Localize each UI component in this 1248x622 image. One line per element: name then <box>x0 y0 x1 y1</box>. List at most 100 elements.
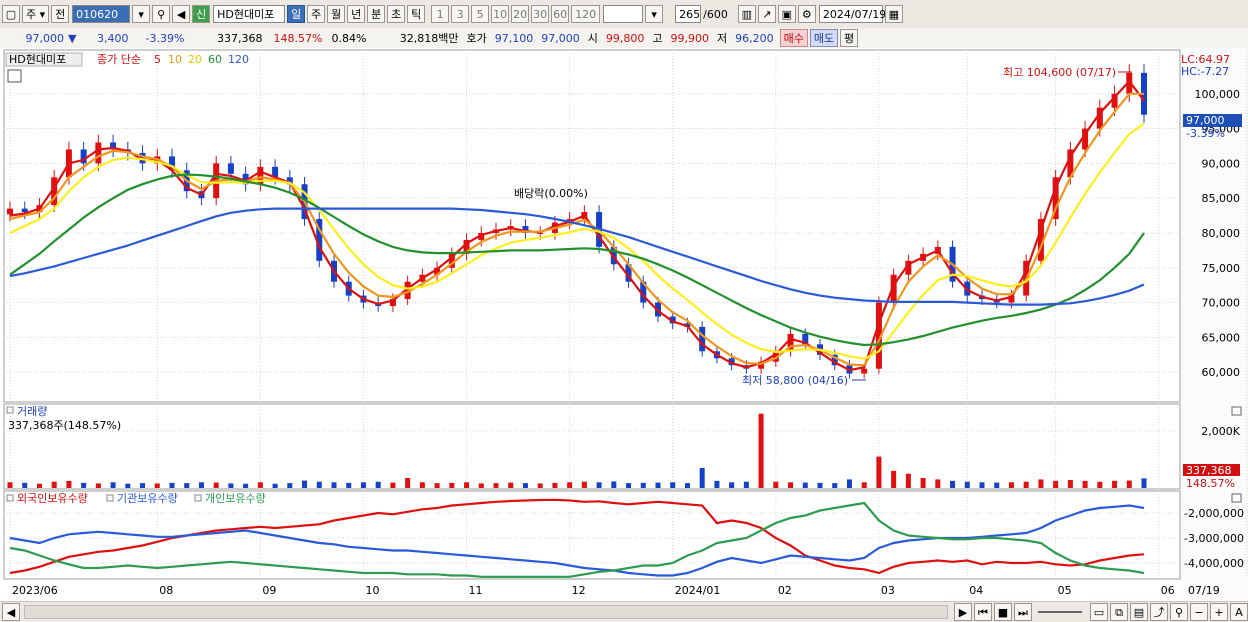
minute-20[interactable]: 20 <box>511 5 530 23</box>
chart-type-icon[interactable]: ▥ <box>737 5 756 23</box>
market-select[interactable]: 주 ▾ <box>22 5 50 23</box>
date-tick-label: 02 <box>778 584 792 597</box>
chart-icon[interactable]: ▤ <box>1130 603 1148 621</box>
holding-tick-label: -3,000,000 <box>1184 532 1244 545</box>
minute-dropdown-icon[interactable]: ▾ <box>645 5 664 23</box>
tab-week[interactable]: 주 <box>307 5 326 23</box>
minute-3[interactable]: 3 <box>451 5 470 23</box>
minute-custom-input[interactable] <box>603 5 644 23</box>
candle-body <box>699 326 706 352</box>
draw-tool-icon[interactable]: ↗ <box>757 5 776 23</box>
minute-30[interactable]: 30 <box>531 5 550 23</box>
zoom-slider[interactable] <box>1038 611 1082 613</box>
open-price: 99,800 <box>605 31 645 45</box>
minute-5[interactable]: 5 <box>471 5 490 23</box>
grid-toggle-icon[interactable] <box>7 69 22 83</box>
volume-bar <box>331 482 337 488</box>
volume-bar <box>832 483 838 488</box>
scroll-right-icon[interactable]: ▶ <box>954 603 972 621</box>
prev-button[interactable]: 전 <box>51 5 70 23</box>
avg-button[interactable]: 평 <box>840 29 859 47</box>
volume-bar <box>1082 480 1088 488</box>
volume-bar <box>1038 479 1044 488</box>
search-zoom-icon[interactable]: ⚲ <box>1170 603 1188 621</box>
low-label: 저 <box>716 32 728 45</box>
volume-bar <box>478 483 484 488</box>
layout-icon[interactable]: ▭ <box>1090 603 1108 621</box>
minute-60[interactable]: 60 <box>551 5 570 23</box>
save-icon[interactable]: ▣ <box>777 5 796 23</box>
auto-scale-icon[interactable]: A <box>1230 603 1248 621</box>
volume-tick-label: 2,000K <box>1201 425 1240 438</box>
tab-month[interactable]: 월 <box>327 5 346 23</box>
volume-bar <box>729 482 735 488</box>
count-input[interactable]: 265 <box>675 5 702 23</box>
volume-bar <box>891 470 897 488</box>
volume-bar <box>950 480 956 488</box>
calendar-icon[interactable]: ▦ <box>884 5 903 23</box>
legend-indiv: 개인보유수량 <box>205 492 266 505</box>
volume-bar <box>581 481 587 488</box>
volume-bar <box>758 413 764 488</box>
jump-last-icon[interactable]: ⏭ <box>1014 603 1032 621</box>
volume-bar <box>66 480 72 488</box>
copy-icon[interactable]: ⧉ <box>1110 603 1128 621</box>
current-price-tag: 97,000 <box>1186 114 1225 127</box>
candle-body <box>861 368 868 374</box>
stock-name-field[interactable]: HD현대미포 <box>213 5 286 23</box>
chart-area[interactable]: HD현대미포 종가 단순 5 10 20 60 120 LC:64.97 HC:… <box>0 48 1248 601</box>
sound-icon[interactable]: ◀ <box>172 5 191 23</box>
volume-bar <box>1067 480 1073 488</box>
buy-button[interactable]: 매수 <box>779 29 808 47</box>
toolbar: ▢ 주 ▾ 전 010620 ▾ ⚲ ◀ 신 HD현대미포 일 주 월 년 분 … <box>0 0 1248 29</box>
settings-gear-icon[interactable]: ⚙ <box>797 5 816 23</box>
volume-bar <box>743 481 749 488</box>
search-icon[interactable]: ⚲ <box>152 5 171 23</box>
date-tick-label: 2024/01 <box>675 584 721 597</box>
trend-icon[interactable]: ⤴ <box>1150 603 1168 621</box>
tab-day[interactable]: 일 <box>287 5 306 23</box>
volume-bar <box>964 481 970 488</box>
minute-10[interactable]: 10 <box>491 5 510 23</box>
minute-1[interactable]: 1 <box>431 5 450 23</box>
date-tick-label: 07/19 <box>1188 584 1220 597</box>
high-price: 99,900 <box>670 31 709 45</box>
volume-bar <box>1023 481 1029 488</box>
legend-ma10: 10 <box>168 53 182 66</box>
volume-bar <box>655 482 661 488</box>
bid-price: 97,000 <box>541 31 580 45</box>
volume-bar <box>1126 480 1132 488</box>
credit-badge[interactable]: 신 <box>192 5 211 23</box>
minute-120[interactable]: 120 <box>571 5 601 23</box>
code-input[interactable]: 010620 <box>72 5 131 23</box>
volume-bar <box>817 482 823 488</box>
code-dropdown-icon[interactable]: ▾ <box>132 5 151 23</box>
tab-year[interactable]: 년 <box>347 5 366 23</box>
volume-bar <box>920 478 926 488</box>
volume-bar <box>243 483 249 488</box>
price-change-pct: -3.39% <box>145 31 185 45</box>
volume-bar <box>1008 482 1014 488</box>
price-tick-label: 70,000 <box>1202 297 1241 310</box>
trade-amount: 32,818백만 <box>399 32 459 45</box>
scroll-track[interactable] <box>24 605 948 619</box>
stop-icon[interactable]: ■ <box>994 603 1012 621</box>
bottom-scrollbar[interactable]: ◀ ▶ ⏮ ■ ⏭ ▭ ⧉ ▤ ⤴ ⚲ − + A <box>0 601 1248 622</box>
min-price-label: 최저 58,800 (04/16) <box>742 374 848 387</box>
volume-bar <box>1053 480 1059 488</box>
date-input[interactable]: 2024/07/19 <box>818 5 886 23</box>
tab-minute[interactable]: 분 <box>367 5 386 23</box>
zoom-in-icon[interactable]: + <box>1210 603 1228 621</box>
volume-bar <box>670 482 676 488</box>
sell-button[interactable]: 매도 <box>809 29 839 47</box>
zoom-out-icon[interactable]: − <box>1190 603 1208 621</box>
tab-second[interactable]: 초 <box>387 5 406 23</box>
holding-close-icon[interactable] <box>1231 493 1242 503</box>
volume-bar <box>802 482 808 488</box>
scroll-left-icon[interactable]: ◀ <box>2 603 20 621</box>
tab-tick[interactable]: 틱 <box>407 5 426 23</box>
window-icon[interactable]: ▢ <box>2 5 20 23</box>
volume-close-icon[interactable] <box>1231 406 1242 416</box>
jump-first-icon[interactable]: ⏮ <box>974 603 992 621</box>
volume-bar <box>228 483 234 488</box>
